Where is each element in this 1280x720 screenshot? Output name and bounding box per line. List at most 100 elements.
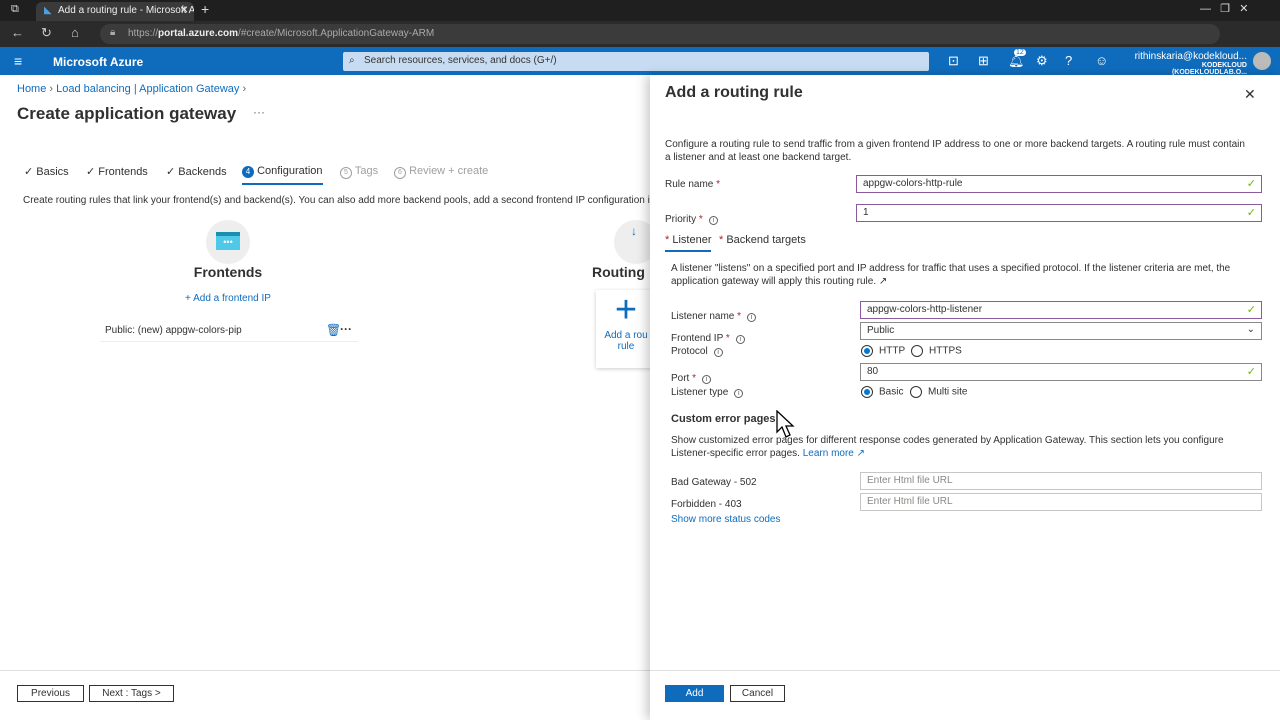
listener-name-input[interactable]: appgw-colors-http-listener ✓ [860, 301, 1262, 319]
previous-button[interactable]: Previous [17, 685, 84, 702]
listener-description: A listener "listens" on a specified port… [671, 262, 1256, 288]
tab-backend-targets[interactable]: * Backend targets [719, 234, 806, 246]
show-more-status-codes-link[interactable]: Show more status codes [671, 514, 781, 525]
url-prefix: https:// [128, 28, 159, 39]
valid-check-icon: ✓ [1246, 366, 1256, 378]
valid-check-icon: ✓ [1246, 207, 1256, 219]
url-host: portal.azure.com [158, 28, 239, 39]
custom-error-desc-text: Show customized error pages for differen… [671, 435, 1224, 459]
account-menu[interactable]: rithinskaria@kodekloud... KODEKLOUD (KOD… [1131, 51, 1247, 76]
feedback-icon[interactable]: ☺ [1095, 53, 1108, 68]
delete-icon[interactable]: 🗑︎ [326, 323, 341, 337]
window-controls[interactable]: — ❐ ✕ [1200, 2, 1248, 15]
avatar[interactable] [1253, 52, 1271, 70]
label-text: Port [671, 373, 690, 384]
tab-listener[interactable]: * Listener [665, 234, 712, 252]
step-label: Tags [354, 165, 379, 177]
frontend-list-item[interactable]: Public: (new) appgw-colors-pip 🗑︎ ··· [100, 320, 358, 342]
input-value: appgw-colors-http-listener [867, 304, 983, 315]
url-input[interactable]: 🔒︎ https://portal.azure.com/#create/Micr… [100, 24, 1220, 44]
step-number: 4 [242, 166, 254, 178]
tab-label: Listener [672, 234, 712, 246]
protocol-http-radio[interactable]: HTTP [861, 345, 905, 357]
add-routing-rule-card[interactable]: + Add a rou rule [596, 290, 656, 368]
step-number: 5 [340, 167, 352, 179]
cloud-shell-icon[interactable]: ⊡ [948, 53, 959, 69]
step-label: Review + create [409, 165, 489, 177]
breadcrumb-load-balancing[interactable]: Load balancing | Application Gateway [56, 83, 239, 95]
step-configuration[interactable]: 4 Configuration [242, 165, 323, 185]
new-tab-icon[interactable]: + [201, 1, 209, 17]
page-title: Create application gateway [17, 104, 237, 123]
add-button[interactable]: Add [665, 685, 724, 702]
label-text: Protocol [671, 346, 708, 357]
refresh-icon[interactable]: ↻ [41, 25, 52, 41]
listener-type-label: Listener type i [671, 387, 744, 398]
info-icon[interactable]: i [708, 216, 718, 225]
close-tab-icon[interactable]: ✕ [180, 5, 188, 16]
step-frontends[interactable]: ✓ Frontends [86, 165, 148, 178]
protocol-https-radio[interactable]: HTTPS [911, 345, 962, 357]
workspaces-icon[interactable]: ⧉ [11, 3, 19, 16]
info-icon[interactable]: i [702, 375, 712, 384]
next-tags-button[interactable]: Next : Tags > [89, 685, 174, 702]
menu-icon[interactable]: ≡ [14, 53, 22, 69]
step-basics[interactable]: ✓ Basics [24, 165, 69, 178]
azure-favicon-icon: ◣ [44, 5, 52, 16]
cancel-button[interactable]: Cancel [730, 685, 785, 702]
address-bar-row: ← ↻ ⌂ 🔒︎ https://portal.azure.com/#creat… [0, 21, 1280, 47]
radio-selected [861, 386, 873, 398]
frontend-ip-label: Frontend IP * i [671, 333, 745, 344]
external-link-icon[interactable]: ↗ [879, 276, 887, 287]
forbidden-label: Forbidden - 403 [671, 499, 742, 510]
help-icon[interactable]: ? [1065, 53, 1072, 68]
info-icon[interactable]: i [713, 348, 723, 357]
mouse-cursor-icon [776, 410, 795, 438]
back-icon[interactable]: ← [11, 25, 24, 40]
global-search-input[interactable]: ⌕ Search resources, services, and docs (… [343, 52, 929, 71]
browser-tab[interactable]: ◣ Add a routing rule - Microsoft A ✕ [36, 2, 194, 21]
search-placeholder: Search resources, services, and docs (G+… [364, 55, 557, 66]
more-actions-icon[interactable]: ··· [340, 322, 352, 336]
radio-unselected [911, 345, 923, 357]
protocol-label: Protocol i [671, 346, 723, 357]
breadcrumb-home[interactable]: Home [17, 83, 46, 95]
forbidden-url-input[interactable]: Enter Html file URL [860, 493, 1262, 511]
step-backends[interactable]: ✓ Backends [166, 165, 227, 178]
input-placeholder: Enter Html file URL [867, 496, 953, 507]
port-input[interactable]: 80 ✓ [860, 363, 1262, 381]
info-icon[interactable]: i [735, 335, 745, 344]
home-icon[interactable]: ⌂ [71, 25, 79, 40]
add-rule-label-2: rule [617, 341, 635, 352]
rule-name-input[interactable]: appgw-colors-http-rule ✓ [856, 175, 1262, 193]
info-icon[interactable]: i [734, 389, 744, 398]
step-label: Basics [36, 166, 69, 178]
info-icon[interactable]: i [747, 313, 757, 322]
add-frontend-ip-link[interactable]: + Add a frontend IP [160, 293, 296, 304]
config-description: Create routing rules that link your fron… [23, 195, 650, 206]
input-value: 80 [867, 366, 879, 377]
bad-gateway-url-input[interactable]: Enter Html file URL [860, 472, 1262, 490]
notification-badge: 12 [1014, 49, 1026, 56]
frontend-item-label: Public: (new) appgw-colors-pip [105, 325, 242, 336]
learn-more-link[interactable]: Learn more [803, 448, 854, 459]
brand-logo[interactable]: Microsoft Azure [53, 55, 143, 69]
step-tags[interactable]: 5 Tags [340, 165, 378, 179]
external-link-icon[interactable]: ↗ [854, 448, 865, 459]
listener-type-multisite-radio[interactable]: Multi site [910, 386, 967, 398]
port-label: Port * i [671, 373, 712, 384]
frontend-ip-dropdown[interactable]: Public ⌄ [860, 322, 1262, 340]
step-review-create[interactable]: 6 Review + create [394, 165, 488, 179]
more-options-icon[interactable]: ··· [253, 105, 265, 119]
tab-title: Add a routing rule - Microsoft A [58, 5, 194, 16]
priority-input[interactable]: 1 ✓ [856, 204, 1262, 222]
panel-description: Configure a routing rule to send traffic… [665, 139, 1245, 163]
step-label: Configuration [257, 165, 323, 177]
url-path: /#create/Microsoft.ApplicationGateway-AR… [238, 28, 435, 39]
settings-icon[interactable]: ⚙ [1036, 53, 1048, 69]
directory-filter-icon[interactable]: ⊞ [978, 53, 989, 69]
chevron-down-icon: ⌄ [1246, 324, 1255, 335]
close-icon[interactable]: ✕ [1244, 86, 1256, 103]
priority-label: Priority * i [665, 214, 718, 225]
listener-type-basic-radio[interactable]: Basic [861, 386, 903, 398]
